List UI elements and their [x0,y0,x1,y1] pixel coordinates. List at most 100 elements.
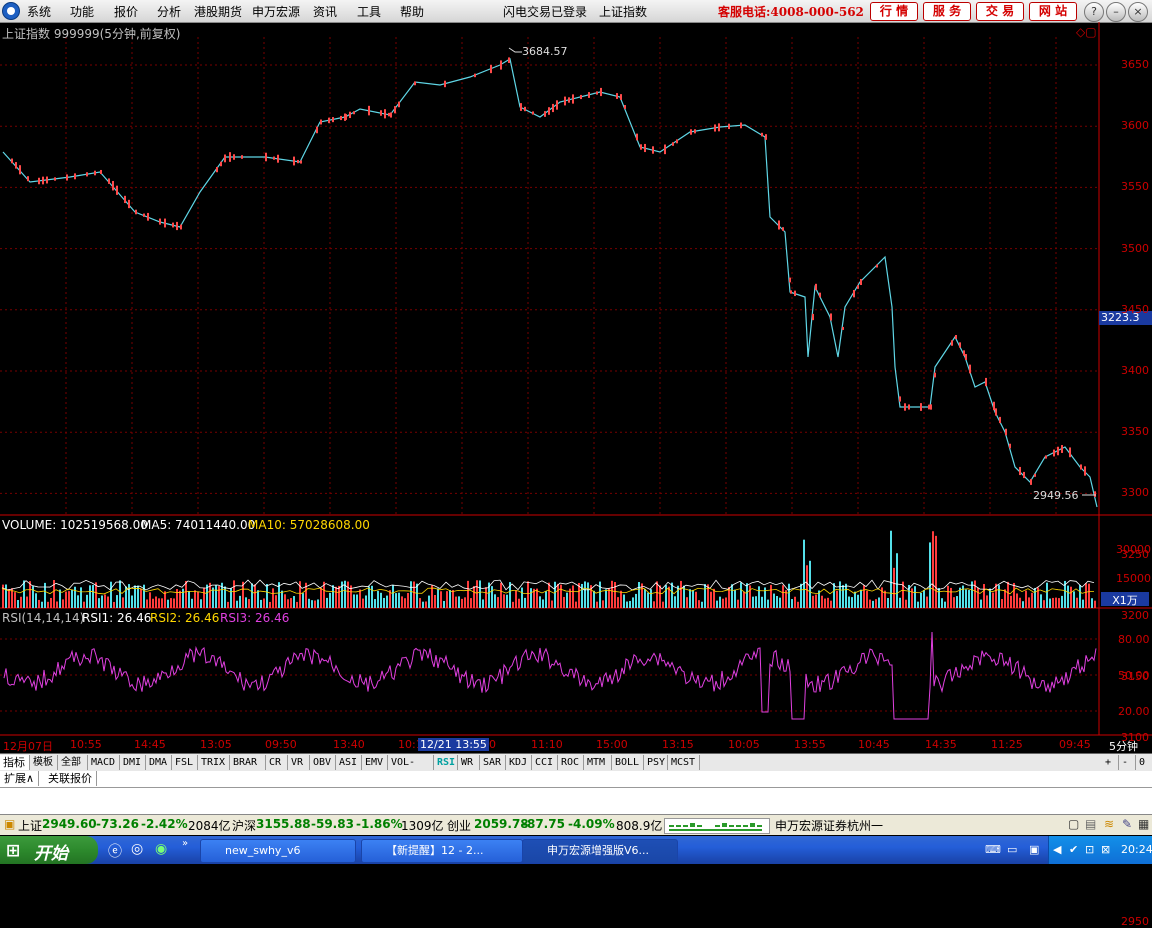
volume-bar [530,588,532,608]
menu-function[interactable]: 功能 [70,3,94,20]
volume-bar [113,601,115,608]
period-label[interactable]: 5分钟 [1109,738,1138,754]
market-button[interactable]: 行 情 [870,2,918,21]
indicator-tab-wr[interactable]: WR [458,755,480,770]
candle-up [220,161,222,167]
volume-bar [284,594,286,608]
volume-bar [560,584,562,608]
candle-up [620,94,622,100]
menu-analysis[interactable]: 分析 [157,3,181,20]
indicator-tab-dma[interactable]: DMA [146,755,172,770]
tray-chat-icon[interactable]: ▣ [1029,843,1039,856]
tray-network-icon[interactable]: ⊡ [1085,843,1094,856]
indicator-tab-vol-tdx[interactable]: VOL-TDX [388,755,434,783]
chart-corner-icons[interactable]: ◇▢ [1076,25,1097,39]
indicator-tab-obv[interactable]: OBV [310,755,336,770]
tray-monitor-icon[interactable]: ▭ [1007,843,1017,856]
indicator-tab-roc[interactable]: ROC [558,755,584,770]
indicator-minus-button[interactable]: - [1119,755,1136,770]
start-button[interactable]: ⊞ 开始 [0,836,98,864]
minimize-icon[interactable]: – [1106,2,1126,22]
tray-back-icon[interactable]: ◀ [1053,843,1061,856]
kline-chart[interactable] [0,22,1152,754]
task-folder[interactable]: new_swhy_v6 [200,839,356,863]
browser-icon[interactable]: ◎ [131,841,143,857]
indicator-tab-bar: 指标 模板 全部 MACD DMI DMA FSL TRIX BRAR CR VR OBV ASI EMV… [0,753,1152,783]
volume-bar [986,595,988,608]
task-browser[interactable]: 【新提醒】12 - 2... [361,839,523,863]
candle-up [15,162,17,169]
indicator-tab-dmi[interactable]: DMI [120,755,146,770]
indicator-tab-psy[interactable]: PSY [644,755,668,770]
menu-hk-futures[interactable]: 港股期货 [194,3,242,20]
print-icon[interactable]: ▤ [1085,817,1096,831]
task-swhy[interactable]: 申万宏源增强版V6... [522,839,678,863]
tray-keyboard-icon[interactable]: ⌨ [985,843,1001,856]
volume-bar [5,584,7,608]
indicator-tab-boll[interactable]: BOLL [612,755,644,770]
settings-icon[interactable]: ▦ [1138,817,1149,831]
volume-bar [584,581,586,608]
time-axis-label: 13:15 [662,738,694,751]
indicator-tab-rsi[interactable]: RSI [434,755,458,770]
indicator-tab-vr[interactable]: VR [288,755,310,770]
website-button[interactable]: 网 站 [1029,2,1077,21]
menu-system[interactable]: 系统 [27,3,51,20]
tray-shield-icon[interactable]: ✔ [1069,843,1078,856]
menu-info[interactable]: 资讯 [313,3,337,20]
chart-area[interactable]: 上证指数 999999(5分钟,前复权) ◇▢ 3684.57 2949.56 … [0,22,1152,928]
help-window-icon[interactable]: ? [1084,2,1104,22]
indicator-zero-button[interactable]: 0 [1136,755,1152,770]
time-axis-label: 11:25 [991,738,1023,751]
indicator-plus-button[interactable]: + [1102,755,1119,770]
indicator-tab-cci[interactable]: CCI [532,755,558,770]
volume-bar [428,595,430,608]
tray-app-icon[interactable]: ⊠ [1101,843,1110,856]
menu-swhy[interactable]: 申万宏源 [252,3,300,20]
trade-button[interactable]: 交 易 [976,2,1024,21]
app-logo-icon[interactable] [2,2,20,20]
indicator-tab-trix[interactable]: TRIX [198,755,230,770]
indicator-tab-fsl[interactable]: FSL [172,755,198,770]
volume-bar [116,595,118,608]
indicator-tab-sar[interactable]: SAR [480,755,506,770]
volume-bar [932,531,934,608]
volume-bar [743,591,745,608]
volume-bar [359,589,361,608]
tool-icon[interactable]: ✎ [1122,817,1132,831]
price-axis-label: 3450 [1121,302,1149,316]
volume-bar [794,596,796,608]
indicator-tab-全部[interactable]: 全部 [58,755,88,770]
menu-tools[interactable]: 工具 [357,3,381,20]
indicator-tab-asi[interactable]: ASI [336,755,362,770]
expand-tab[interactable]: 扩展∧ [0,771,40,786]
volume-bar [911,588,913,608]
volume-bar [572,585,574,608]
volume-bar [26,596,28,608]
candle-up [1034,473,1036,477]
window-icon[interactable]: ▢ [1068,817,1079,831]
indicator-tab-mcst[interactable]: MCST [668,755,700,770]
indicator-tab-模板[interactable]: 模板 [30,755,58,770]
candle-up [224,154,226,163]
menu-help[interactable]: 帮助 [400,3,424,20]
indicator-tab-cr[interactable]: CR [266,755,288,770]
indicator-tab-macd[interactable]: MACD [88,755,120,770]
menu-quote[interactable]: 报价 [114,3,138,20]
green-app-icon[interactable]: ◉ [155,841,167,857]
volume-bar [326,597,328,608]
indicator-tab-指标[interactable]: 指标 [0,755,30,770]
related-quote-tab[interactable]: 关联报价 [44,771,97,786]
indicator-tab-kdj[interactable]: KDJ [506,755,532,770]
volume-bar [308,598,310,608]
indicator-tab-emv[interactable]: EMV [362,755,388,770]
indicator-tab-mtm[interactable]: MTM [584,755,612,770]
indicator-tab-brar[interactable]: BRAR [230,755,266,770]
candle-up [794,290,796,297]
ie-icon[interactable]: ⓔ [108,841,122,861]
service-button[interactable]: 服 务 [923,2,971,21]
quicklaunch-more-icon[interactable]: » [182,838,188,849]
candle-up [444,80,446,88]
close-icon[interactable]: × [1128,2,1148,22]
candle-up [728,123,730,130]
